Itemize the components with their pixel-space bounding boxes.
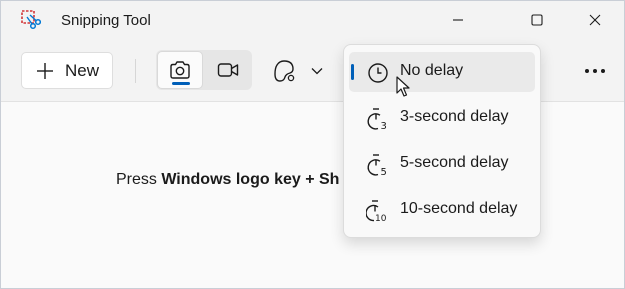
record-mode-button[interactable] bbox=[205, 51, 251, 89]
instruction-prefix: Press bbox=[116, 171, 162, 188]
timer-10-icon: 10 bbox=[366, 200, 387, 223]
instruction-shortcut: Windows logo key + Sh bbox=[161, 171, 340, 188]
new-button-label: New bbox=[65, 60, 100, 80]
close-icon bbox=[589, 14, 601, 26]
chevron-down-icon[interactable] bbox=[311, 67, 323, 75]
menu-item-no-delay[interactable]: No delay bbox=[349, 52, 535, 92]
toolbar-separator bbox=[135, 59, 136, 83]
maximize-button[interactable] bbox=[513, 1, 561, 39]
menu-item-5-second-delay[interactable]: 5 5-second delay bbox=[349, 144, 535, 184]
more-ellipsis-icon bbox=[585, 69, 605, 73]
menu-item-3-second-delay[interactable]: 3 3-second delay bbox=[349, 98, 535, 138]
menu-item-label: 5-second delay bbox=[400, 154, 509, 171]
shortcut-instruction: Press Windows logo key + Sh bbox=[116, 171, 339, 189]
mouse-cursor-icon bbox=[396, 76, 410, 97]
minimize-icon bbox=[453, 19, 463, 21]
plus-icon bbox=[37, 62, 53, 79]
snipping-tool-icon bbox=[21, 10, 41, 30]
snip-shape-button[interactable] bbox=[271, 54, 333, 88]
maximize-icon bbox=[531, 14, 543, 26]
capture-mode-toggle bbox=[156, 50, 252, 90]
menu-item-label: 10-second delay bbox=[400, 200, 518, 217]
svg-text:5: 5 bbox=[381, 167, 387, 177]
delay-menu: No delay 3 3-second delay 5 5-second del… bbox=[343, 44, 541, 238]
more-options-button[interactable] bbox=[573, 54, 617, 88]
timer-3-icon: 3 bbox=[367, 108, 387, 131]
video-camera-icon bbox=[217, 63, 239, 77]
freeform-shape-icon bbox=[274, 60, 295, 82]
clock-icon bbox=[368, 63, 388, 83]
active-mode-indicator bbox=[172, 82, 190, 85]
snip-mode-button[interactable] bbox=[157, 51, 203, 89]
new-snip-button[interactable]: New bbox=[21, 52, 113, 89]
timer-5-icon: 5 bbox=[367, 154, 387, 177]
minimize-button[interactable] bbox=[434, 1, 482, 39]
selected-indicator bbox=[351, 64, 354, 80]
svg-text:3: 3 bbox=[381, 121, 387, 131]
close-button[interactable] bbox=[571, 1, 619, 39]
svg-text:10: 10 bbox=[375, 214, 387, 223]
menu-item-label: 3-second delay bbox=[400, 108, 509, 125]
camera-icon bbox=[170, 61, 190, 79]
title-bar[interactable]: Snipping Tool bbox=[1, 1, 624, 41]
snipping-tool-window: Snipping Tool New Press Windows logo key… bbox=[0, 0, 625, 289]
window-title: Snipping Tool bbox=[61, 12, 151, 29]
menu-item-10-second-delay[interactable]: 10 10-second delay bbox=[349, 190, 535, 230]
